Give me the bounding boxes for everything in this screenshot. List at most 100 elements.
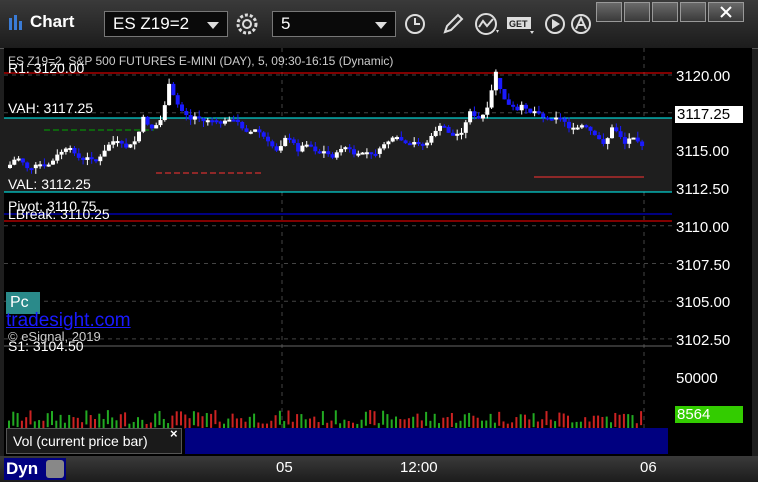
price-candle [141,116,146,132]
price-candle [558,117,563,120]
val-label: VAL: 3112.25 [8,176,91,192]
price-candle [180,104,184,112]
chart-area[interactable] [4,48,672,456]
price-candle [446,126,451,133]
alert-icon[interactable] [566,9,596,39]
volume-bar [197,412,200,427]
volume-bar [425,411,428,426]
lbreak-label: LBreak: 3110.25 [8,206,110,222]
price-candle [403,140,408,144]
price-candle [8,164,12,168]
volume-bar [184,414,187,429]
price-candle [197,116,202,119]
price-candle [326,151,331,155]
price-candle [472,111,477,117]
study-label-box[interactable]: Vol (current price bar) [6,428,182,454]
volume-bar [16,413,19,428]
mode-label: Dyn [6,459,39,478]
price-candle [579,125,584,128]
clock-icon[interactable] [400,9,430,39]
volume-bar [489,413,492,428]
restore-window-button[interactable] [624,2,650,22]
price-candle [137,131,141,142]
volume-bar [106,410,109,425]
mode-button[interactable]: Dyn [4,458,66,480]
minimize-window-button[interactable] [652,2,678,22]
last-price-tag: 3117.25 [675,106,743,123]
close-window-button[interactable] [708,2,744,22]
volume-bar [51,411,53,426]
symbol-dropdown-icon[interactable] [207,22,219,29]
price-candle [266,136,270,142]
last-volume-tag: 8564 [675,406,743,423]
price-candle [291,139,296,144]
price-candle [223,120,227,124]
volume-bar [369,410,372,425]
volume-bar [231,413,234,428]
price-candle [395,137,399,140]
price-candle [622,137,627,144]
symbol-field[interactable]: ES Z19=2 [104,11,228,37]
price-candle [541,113,546,118]
price-tick-8: 3102.50 [676,332,731,349]
price-candle [317,151,322,154]
price-candle [635,137,640,142]
volume-bar [12,411,15,426]
price-candle [106,144,111,151]
price-candle [102,150,107,157]
price-candle [592,130,597,136]
maximize-window-button[interactable] [680,2,706,22]
price-candle [536,111,541,114]
price-candle [201,118,206,122]
price-candle [20,158,25,163]
volume-bar [192,411,195,426]
price-candle [597,135,602,140]
price-candle [519,104,524,111]
price-candle [218,121,223,124]
price-candle [55,154,60,161]
price-candle [481,114,485,119]
price-candle [46,164,51,167]
price-candle [115,141,120,144]
price-candle [261,132,266,137]
price-candle [162,105,167,121]
study-panel [185,428,668,454]
price-candle [124,143,129,148]
volume-bar [622,413,625,428]
lock-icon[interactable] [46,460,64,478]
link-window-button[interactable] [596,2,622,22]
price-candle [442,125,447,128]
volume-bar [59,414,62,429]
price-candle [588,126,593,131]
price-candle [545,117,550,120]
settings-gear-icon[interactable] [232,9,262,39]
price-candle [59,151,64,155]
price-candle [334,152,339,158]
volume-bar [98,413,101,428]
studies-icon[interactable] [472,9,502,39]
close-icon [720,6,732,18]
price-candle [364,152,369,155]
price-candle [51,160,55,165]
volume-bar [85,410,88,425]
interval-value: 5 [281,14,291,33]
volume-bar [614,412,617,427]
interval-field[interactable]: 5 [272,11,396,37]
pencil-icon[interactable] [438,9,468,39]
price-candle [76,153,81,158]
price-candle [433,130,438,136]
price-candle [184,111,189,115]
price-candle [610,127,614,139]
price-candle [459,132,464,135]
price-candle [214,120,219,123]
interval-dropdown-icon[interactable] [375,22,387,29]
get-data-icon[interactable]: GET [506,9,536,39]
study-close-icon[interactable]: × [170,426,178,441]
price-candle [210,120,215,123]
price-candle [119,141,124,144]
price-candle [618,131,623,138]
price-candle [601,139,606,144]
price-candle [330,154,335,158]
volume-bar [373,411,376,426]
copyright: © eSignal, 2019 [8,329,101,344]
